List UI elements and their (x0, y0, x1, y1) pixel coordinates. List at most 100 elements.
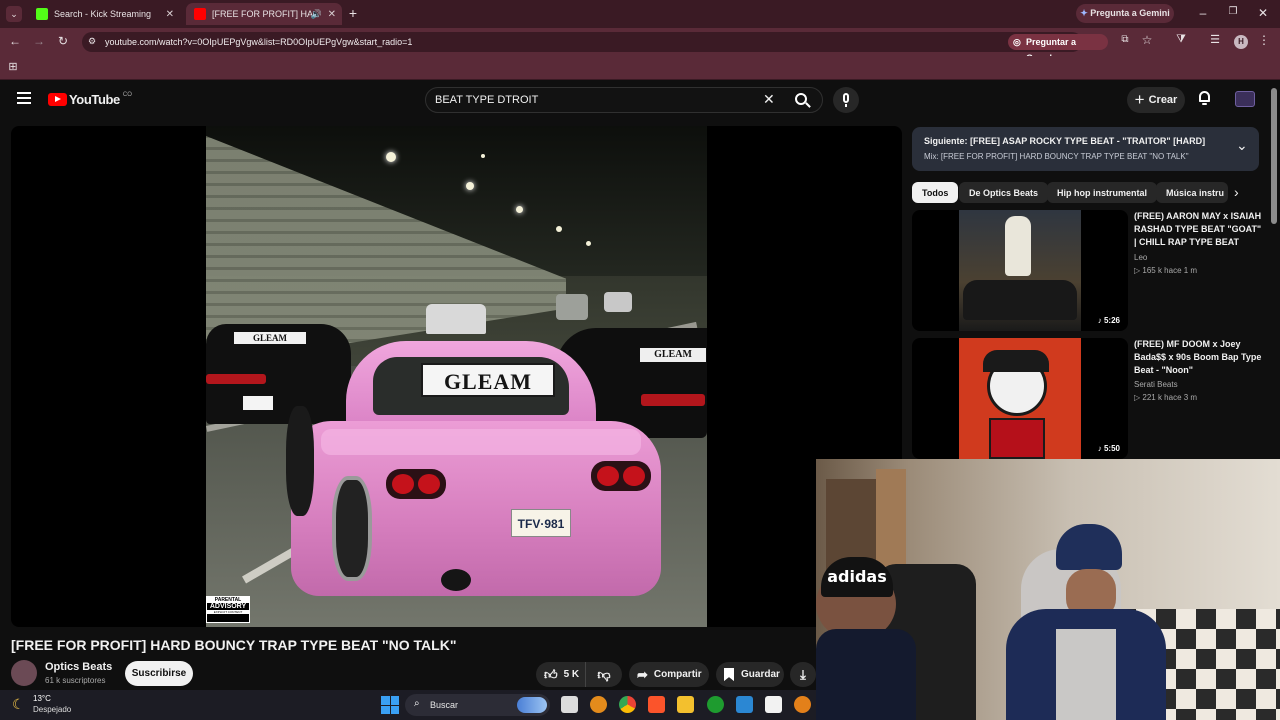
site-info-icon[interactable]: ⚙ (88, 36, 96, 47)
page-scrollbar[interactable] (1271, 88, 1277, 224)
cast-icon[interactable]: ⧉ (1118, 34, 1132, 45)
close-tab-icon[interactable]: ✕ (166, 9, 174, 20)
ask-google-button[interactable]: ◎ Preguntar a Google (1008, 34, 1108, 63)
parental-advisory-label: PARENTAL ADVISORY EXPLICIT CONTENT (206, 596, 250, 623)
file-explorer-icon[interactable] (677, 696, 694, 713)
chips-next-chevron-icon[interactable]: › (1234, 184, 1239, 200)
account-avatar[interactable] (1235, 91, 1255, 107)
minimize-icon[interactable]: – (1196, 6, 1210, 20)
tab-search-chevron-icon[interactable]: ⌄ (6, 6, 22, 22)
thumbs-up-icon: 👍︎ (544, 666, 558, 682)
up-next-label: Siguiente: (924, 136, 968, 146)
youtube-logo[interactable]: YouTube CO (48, 92, 132, 107)
subscriber-count: 61 k suscriptores (45, 676, 106, 685)
chip-all[interactable]: Todos (912, 182, 959, 203)
download-button[interactable]: ⤓ (790, 662, 816, 687)
taskbar-app-icon[interactable] (590, 696, 607, 713)
address-bar[interactable]: ⚙ youtube.com/watch?v=0OIpUEPgVgw&list=R… (82, 32, 1108, 63)
recommendation-channel[interactable]: Serati Beats (1134, 380, 1178, 389)
chrome-menu-icon[interactable]: ⋮ (1258, 33, 1270, 47)
share-button[interactable]: ➦ Compartir (629, 662, 709, 687)
youtube-favicon-icon (194, 8, 206, 20)
up-next-line: Siguiente: [FREE] ASAP ROCKY TYPE BEAT -… (924, 136, 1205, 146)
close-tab-icon[interactable]: ✕ (328, 9, 336, 20)
bookmarks-bar: ⊞ (0, 56, 1280, 80)
country-code: CO (122, 92, 132, 98)
tab-youtube-video[interactable]: [FREE FOR PROFIT] HARD B 🔊 ✕ (186, 3, 342, 25)
url-text: youtube.com/watch?v=0OIpUEPgVgw&list=RD0… (105, 37, 413, 47)
playlist-up-next-card[interactable]: Siguiente: [FREE] ASAP ROCKY TYPE BEAT -… (912, 127, 1259, 171)
tab-kick-streaming[interactable]: Search - Kick Streaming ✕ (28, 3, 180, 25)
share-arrow-icon: ➦ (637, 666, 648, 682)
clear-search-icon[interactable]: ✕ (763, 91, 775, 108)
vscode-icon[interactable] (736, 696, 753, 713)
tab-title: [FREE FOR PROFIT] HARD B (212, 9, 312, 19)
chip-instrumental-music[interactable]: Música instru (1156, 182, 1228, 203)
save-bookmark-icon (724, 668, 734, 681)
chrome-icon[interactable] (619, 696, 636, 713)
search-input[interactable]: BEAT TYPE DTROIT ✕ (425, 87, 823, 113)
create-button[interactable]: + Crear (1127, 87, 1185, 113)
extensions-icon[interactable]: ⧩ (1174, 33, 1188, 46)
license-plate: TFV·981 (511, 509, 571, 537)
save-button[interactable]: Guardar (716, 662, 784, 687)
weather-moon-icon[interactable]: ☾ (12, 696, 25, 713)
channel-avatar[interactable] (11, 660, 37, 686)
bookmark-star-icon[interactable]: ☆ (1140, 33, 1154, 47)
capcut-icon[interactable] (765, 696, 782, 713)
album-art-image: GLEAM GLEAM TFV·981 GLEAM PARENTAL ADVIS… (206, 126, 707, 627)
windows-start-icon[interactable] (381, 696, 399, 714)
forward-icon[interactable]: → (32, 34, 46, 48)
subscribe-button[interactable]: Suscribirse (125, 661, 193, 686)
audio-playing-icon[interactable]: 🔊 (311, 9, 322, 20)
share-label: Compartir (653, 669, 702, 680)
reading-list-icon[interactable]: ☰ (1208, 33, 1222, 46)
kick-favicon-icon (36, 8, 48, 20)
restore-icon[interactable]: ❐ (1226, 6, 1240, 17)
webcam-overlay: adidas (816, 459, 1280, 720)
close-window-icon[interactable]: ✕ (1256, 6, 1270, 20)
profile-avatar[interactable]: H (1234, 35, 1248, 49)
search-icon[interactable] (795, 93, 811, 108)
expand-chevron-icon[interactable]: ⌄ (1236, 137, 1248, 154)
brave-browser-icon[interactable] (648, 696, 665, 713)
xbox-icon[interactable] (707, 696, 724, 713)
hamburger-menu-icon[interactable] (17, 92, 31, 104)
channel-name[interactable]: Optics Beats (45, 661, 112, 673)
recommendation-title[interactable]: (FREE) MF DOOM x Joey Bada$$ x 90s Boom … (1134, 338, 1264, 377)
back-icon[interactable]: ← (8, 34, 22, 48)
youtube-masthead: YouTube CO BEAT TYPE DTROIT ✕ + Crear (0, 81, 1268, 119)
chip-hip-hop-instrumental[interactable]: Hip hop instrumental (1047, 182, 1157, 203)
gemini-sparkle-icon: ✦ (1080, 8, 1088, 18)
video-duration: ♪ 5:26 (1097, 316, 1120, 325)
reload-icon[interactable]: ↻ (56, 34, 70, 48)
like-dislike-group: 👍︎ 5 K 👎︎ (536, 662, 622, 687)
recommendation-channel[interactable]: Leo (1134, 253, 1147, 262)
google-lens-icon: ◎ (1013, 37, 1021, 47)
browser-toolbar: ← → ↻ ⚙ youtube.com/watch?v=0OIpUEPgVgw&… (0, 28, 1280, 63)
like-button[interactable]: 👍︎ 5 K (536, 662, 586, 687)
taskbar-search-placeholder: Buscar (430, 700, 459, 710)
taskbar-search-input[interactable]: ⌕ Buscar (405, 694, 550, 716)
new-tab-button[interactable]: + (346, 5, 360, 21)
plus-icon: + (1134, 90, 1145, 109)
recommendation-thumbnail[interactable]: ♪ 5:50 (912, 338, 1128, 459)
webcam-cap: adidas (821, 557, 893, 597)
search-highlight-image (517, 697, 547, 713)
fl-studio-icon[interactable] (794, 696, 811, 713)
video-player[interactable]: GLEAM GLEAM TFV·981 GLEAM PARENTAL ADVIS… (11, 126, 902, 627)
notifications-bell-icon[interactable] (1198, 91, 1211, 105)
taskbar-search-icon: ⌕ (414, 698, 420, 709)
mix-title: Mix: [FREE FOR PROFIT] HARD BOUNCY TRAP … (924, 152, 1189, 161)
recommendation-title[interactable]: (FREE) AARON MAY x ISAIAH RASHAD TYPE BE… (1134, 210, 1264, 249)
recommendation-thumbnail[interactable]: ♪ 5:26 (912, 210, 1128, 331)
like-count: 5 K (563, 669, 580, 680)
gemini-button[interactable]: ✦ Pregunta a Gemini (1076, 4, 1174, 23)
chip-from-optics-beats[interactable]: De Optics Beats (959, 182, 1049, 203)
task-view-icon[interactable] (561, 696, 578, 713)
recommendation-stats: ▷ 165 k hace 1 m (1134, 266, 1198, 275)
dislike-button[interactable]: 👎︎ (586, 662, 622, 687)
apps-grid-icon[interactable]: ⊞ (6, 60, 20, 73)
voice-search-mic-icon[interactable] (833, 87, 859, 113)
recommendation-stats: ▷ 221 k hace 3 m (1134, 393, 1198, 402)
